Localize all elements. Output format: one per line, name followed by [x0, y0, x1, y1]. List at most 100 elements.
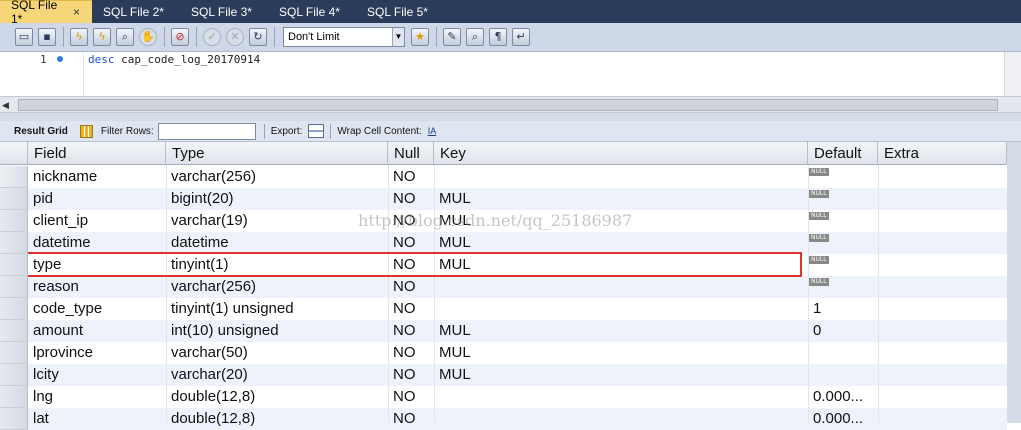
cell-default[interactable] — [808, 364, 878, 386]
cell-key[interactable] — [434, 276, 808, 298]
cell-type[interactable]: datetime — [166, 232, 388, 254]
wrap-cell-icon[interactable]: IA — [428, 125, 441, 138]
cell-extra[interactable] — [878, 408, 1007, 430]
cell-null[interactable]: NO — [388, 342, 434, 364]
stop-icon[interactable]: ✋ — [139, 28, 157, 46]
cell-null[interactable]: NO — [388, 364, 434, 386]
cell-extra[interactable] — [878, 276, 1007, 298]
cell-extra[interactable] — [878, 364, 1007, 386]
column-header-key[interactable]: Key — [434, 142, 808, 165]
table-row[interactable]: pid bigint(20) NO MUL NULL — [28, 188, 1007, 210]
execute-icon[interactable]: ϟ — [70, 28, 88, 46]
cell-field[interactable]: datetime — [28, 232, 166, 254]
cell-key[interactable]: MUL — [434, 342, 808, 364]
commit-icon[interactable]: ✓ — [203, 28, 221, 46]
scrollbar-thumb[interactable] — [18, 99, 998, 111]
cell-extra[interactable] — [878, 320, 1007, 342]
cell-field[interactable]: nickname — [28, 166, 166, 188]
cell-field[interactable]: client_ip — [28, 210, 166, 232]
table-row[interactable]: lprovince varchar(50) NO MUL — [28, 342, 1007, 364]
cell-extra[interactable] — [878, 342, 1007, 364]
wrap-lines-icon[interactable]: ↵ — [512, 28, 530, 46]
cell-key[interactable] — [434, 408, 808, 430]
cell-key[interactable]: MUL — [434, 254, 808, 276]
cell-null[interactable]: NO — [388, 254, 434, 276]
cell-default[interactable]: 1 — [808, 298, 878, 320]
table-row[interactable]: code_type tinyint(1) unsigned NO 1 — [28, 298, 1007, 320]
cell-type[interactable]: varchar(256) — [166, 166, 388, 188]
cell-type[interactable]: varchar(20) — [166, 364, 388, 386]
row-selector[interactable] — [0, 364, 28, 386]
row-selector[interactable] — [0, 320, 28, 342]
cell-null[interactable]: NO — [388, 386, 434, 408]
row-selector[interactable] — [0, 298, 28, 320]
filter-rows-input[interactable] — [157, 122, 256, 140]
tab-sql-file-3[interactable]: SQL File 3* — [180, 0, 268, 23]
invisible-chars-icon[interactable]: ¶ — [489, 28, 507, 46]
execute-current-icon[interactable]: ϟ — [93, 28, 111, 46]
autocommit-icon[interactable]: ↻ — [249, 28, 267, 46]
grid-corner[interactable] — [0, 142, 28, 165]
cell-field[interactable]: lprovince — [28, 342, 166, 364]
cell-type[interactable]: varchar(256) — [166, 276, 388, 298]
cell-key[interactable] — [434, 298, 808, 320]
cell-extra[interactable] — [878, 166, 1007, 188]
cell-key[interactable] — [434, 166, 808, 188]
tab-sql-file-5[interactable]: SQL File 5* — [356, 0, 444, 23]
tab-sql-file-1[interactable]: SQL File 1* × — [0, 0, 92, 26]
cell-extra[interactable] — [878, 232, 1007, 254]
tab-sql-file-4[interactable]: SQL File 4* — [268, 0, 356, 23]
chevron-down-icon[interactable]: ▼ — [392, 28, 404, 46]
column-header-default[interactable]: Default — [808, 142, 878, 165]
cell-key[interactable]: MUL — [434, 320, 808, 342]
cell-key[interactable] — [434, 386, 808, 408]
column-header-type[interactable]: Type — [166, 142, 388, 165]
table-row[interactable]: datetime datetime NO MUL NULL — [28, 232, 1007, 254]
column-header-extra[interactable]: Extra — [878, 142, 1007, 165]
save-icon[interactable]: ▪ — [38, 28, 56, 46]
row-selector[interactable] — [0, 166, 28, 188]
cell-type[interactable]: int(10) unsigned — [166, 320, 388, 342]
table-row[interactable]: reason varchar(256) NO NULL — [28, 276, 1007, 298]
row-selector[interactable] — [0, 386, 28, 408]
row-selector[interactable] — [0, 210, 28, 232]
cell-extra[interactable] — [878, 210, 1007, 232]
scroll-left-icon[interactable]: ◀ — [2, 99, 14, 111]
grid-vertical-scrollbar[interactable] — [1007, 142, 1021, 423]
limit-rows-select[interactable]: Don't Limit ▼ — [283, 27, 405, 47]
close-icon[interactable]: × — [73, 5, 80, 19]
cell-null[interactable]: NO — [388, 188, 434, 210]
cell-null[interactable]: NO — [388, 276, 434, 298]
table-row[interactable]: amount int(10) unsigned NO MUL 0 — [28, 320, 1007, 342]
cell-type[interactable]: tinyint(1) — [166, 254, 388, 276]
column-header-null[interactable]: Null — [388, 142, 434, 165]
find-icon[interactable]: ⌕ — [466, 28, 484, 46]
cell-default[interactable]: 0.000... — [808, 386, 878, 408]
cell-key[interactable]: MUL — [434, 364, 808, 386]
cell-type[interactable]: bigint(20) — [166, 188, 388, 210]
cell-default[interactable]: 0 — [808, 320, 878, 342]
table-row[interactable]: lcity varchar(20) NO MUL — [28, 364, 1007, 386]
table-row[interactable]: nickname varchar(256) NO NULL — [28, 166, 1007, 188]
cell-type[interactable]: double(12,8) — [166, 408, 388, 430]
cell-null[interactable]: NO — [388, 320, 434, 342]
cell-field[interactable]: amount — [28, 320, 166, 342]
cell-field[interactable]: lcity — [28, 364, 166, 386]
cell-field[interactable]: code_type — [28, 298, 166, 320]
cell-default[interactable]: 0.000... — [808, 408, 878, 430]
editor-vertical-scrollbar[interactable] — [1004, 52, 1021, 96]
sql-editor[interactable]: 1 desc cap_code_log_20170914 — [0, 52, 1021, 96]
row-selector[interactable] — [0, 276, 28, 298]
cell-null[interactable]: NO — [388, 408, 434, 430]
open-folder-icon[interactable]: ▭ — [15, 28, 33, 46]
cell-field[interactable]: lng — [28, 386, 166, 408]
add-snippet-icon[interactable]: ★ — [411, 28, 429, 46]
editor-horizontal-scrollbar[interactable]: ◀ — [0, 96, 1021, 113]
row-selector[interactable] — [0, 342, 28, 364]
export-icon[interactable] — [308, 124, 325, 138]
row-selector[interactable] — [0, 254, 28, 276]
cell-extra[interactable] — [878, 254, 1007, 276]
cell-null[interactable]: NO — [388, 232, 434, 254]
cell-field[interactable]: reason — [28, 276, 166, 298]
cell-extra[interactable] — [878, 298, 1007, 320]
